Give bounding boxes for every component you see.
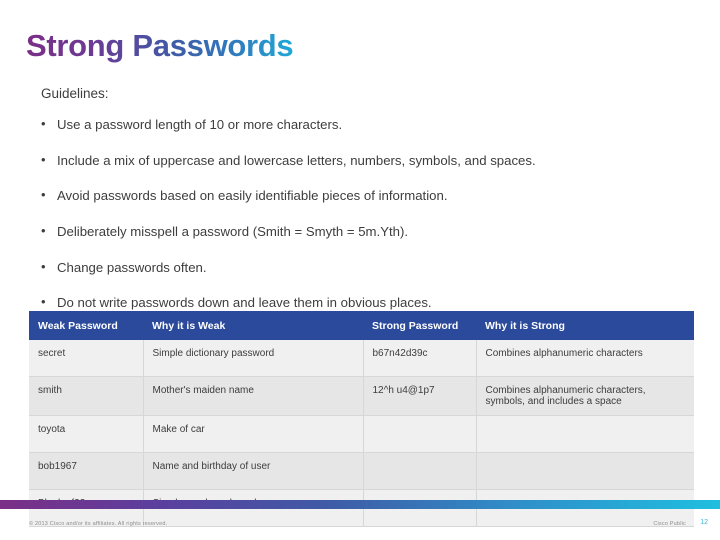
column-header-weak-password: Weak Password [29,311,143,340]
cell-weak-password: smith [29,376,144,416]
cell-strong-password [363,452,477,490]
column-header-why-weak: Why it is Weak [143,311,363,340]
slide-canvas: Strong Passwords Guidelines: • Use a pas… [0,0,720,540]
list-item-text: Use a password length of 10 or more char… [57,117,343,132]
cell-why-strong [476,415,694,453]
cell-why-strong: Combines alphanumeric characters, symbol… [476,376,694,416]
table-row: bob1967 Name and birthday of user [29,452,694,490]
cell-why-weak: Make of car [143,415,364,453]
cell-why-strong [476,452,694,490]
list-item-text: Deliberately misspell a password (Smith … [57,224,409,240]
list-item: • Do not write passwords down and leave … [41,294,681,311]
cell-strong-password [363,415,477,453]
list-item-text: Avoid passwords based on easily identifi… [57,188,448,204]
bullet-marker-icon: • [41,258,46,274]
cell-why-weak: Mother's maiden name [143,376,364,416]
cell-strong-password: 12^h u4@1p7 [363,376,477,416]
confidentiality-label: Cisco Public [653,521,686,527]
page-title: Strong Passwords [26,28,294,63]
column-header-strong-password: Strong Password [363,311,476,340]
bullet-marker-icon: • [41,187,46,203]
page-number: 12 [700,519,708,526]
cell-weak-password: bob1967 [29,452,144,490]
guidelines-label: Guidelines: [41,86,109,101]
password-comparison-table: Weak Password Why it is Weak Strong Pass… [29,311,694,527]
cell-why-weak: Simple dictionary password [143,340,364,377]
list-item-text: Change passwords often. [57,259,207,275]
list-item: • Change passwords often. [41,258,681,275]
bullet-marker-icon: • [41,223,46,239]
list-item-text: Do not write passwords down and leave th… [57,295,432,311]
cell-weak-password: secret [29,340,144,377]
copyright-text: © 2013 Cisco and/or its affiliates. All … [29,521,168,527]
cell-strong-password: b67n42d39c [363,340,477,377]
table-row: smith Mother's maiden name 12^h u4@1p7 C… [29,376,694,416]
column-header-why-strong: Why it is Strong [476,311,694,340]
table-row: toyota Make of car [29,415,694,453]
guidelines-bullet-list: • Use a password length of 10 or more ch… [41,116,681,331]
list-item: • Use a password length of 10 or more ch… [41,116,681,132]
table-header-row: Weak Password Why it is Weak Strong Pass… [29,311,694,340]
list-item: • Avoid passwords based on easily identi… [41,187,681,204]
bullet-marker-icon: • [41,294,46,310]
cell-weak-password: toyota [29,415,144,453]
bullet-marker-icon: • [41,116,46,131]
cell-why-weak: Name and birthday of user [143,452,364,490]
list-item-text: Include a mix of uppercase and lowercase… [57,152,536,168]
cell-why-strong: Combines alphanumeric characters [476,340,694,377]
list-item: • Deliberately misspell a password (Smit… [41,223,681,240]
footer-gradient-bar [0,500,720,509]
table-row: secret Simple dictionary password b67n42… [29,340,694,377]
list-item: • Include a mix of uppercase and lowerca… [41,151,681,168]
bullet-marker-icon: • [41,151,46,167]
